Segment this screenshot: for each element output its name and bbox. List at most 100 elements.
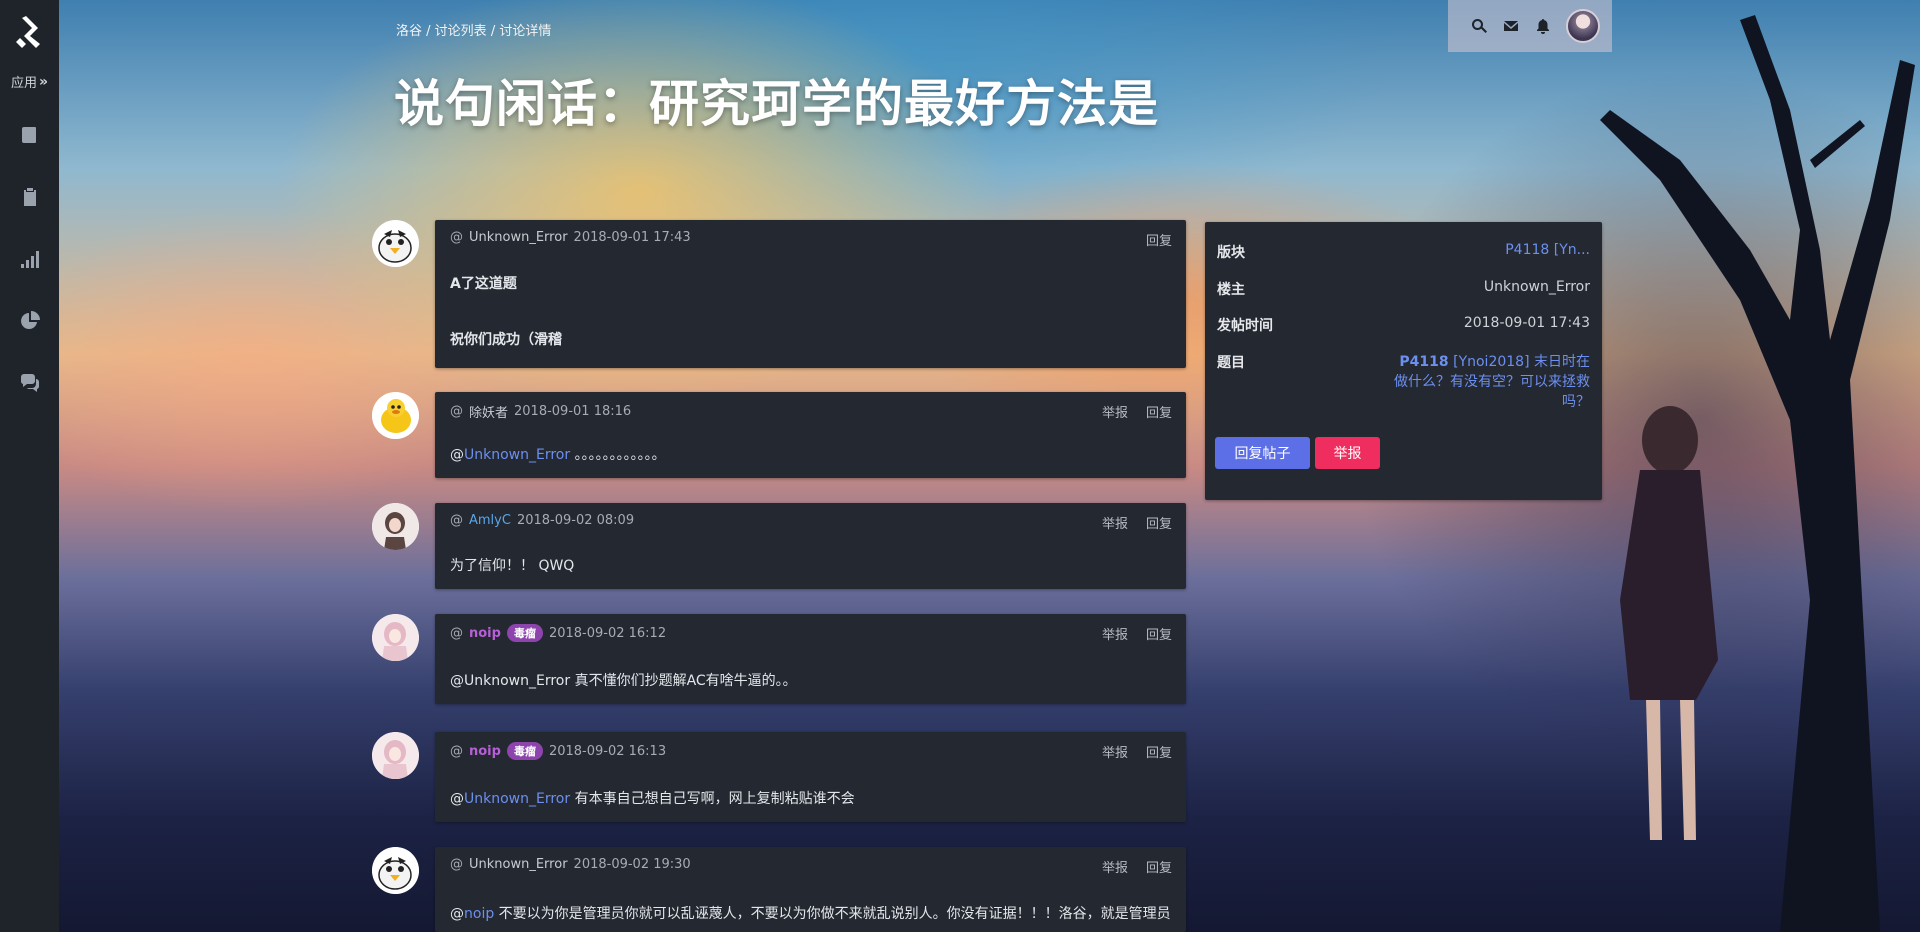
notifications-button[interactable] <box>1534 17 1552 35</box>
book-icon <box>21 127 36 143</box>
search-button[interactable] <box>1470 17 1488 35</box>
post-meta: @ noip 毒瘤 2018-09-02 16:13 <box>450 742 666 760</box>
anime-avatar-icon <box>372 732 419 779</box>
at-sign: @ <box>450 404 463 419</box>
post-actions: 举报 回复 <box>1102 624 1172 643</box>
anime-avatar-icon <box>372 503 419 550</box>
post-body: @Unknown_Error 真不懂你们抄题解AC有啥牛逼的。。 <box>450 673 797 689</box>
breadcrumb-discuss-detail[interactable]: 讨论详情 <box>499 24 551 39</box>
top-toolbar <box>1448 0 1612 52</box>
post-author[interactable]: Unknown_Error <box>469 857 568 872</box>
sidebar-item-stats[interactable] <box>16 303 44 339</box>
pie-chart-icon <box>20 311 40 329</box>
user-badge: 毒瘤 <box>506 742 543 760</box>
logo-icon <box>15 16 40 48</box>
time-label: 发帖时间 <box>1217 318 1273 334</box>
report-link[interactable]: 举报 <box>1102 402 1128 421</box>
user-avatar[interactable] <box>1566 9 1600 43</box>
at-sign: @ <box>450 513 463 528</box>
owner-value[interactable]: Unknown_Error <box>1484 279 1590 299</box>
messages-button[interactable] <box>1502 17 1520 35</box>
post-body: @Unknown_Error 。。。。。。。。。。。。 <box>450 444 666 464</box>
post-body-heading: 祝你们成功（滑稽 <box>450 332 562 348</box>
info-row-time: 发帖时间 2018-09-01 17:43 <box>1217 315 1590 335</box>
avatar[interactable] <box>372 847 419 894</box>
report-link[interactable]: 举报 <box>1102 857 1128 876</box>
post-time: 2018-09-01 18:16 <box>514 404 632 419</box>
at-sign: @ <box>450 625 463 641</box>
post-actions: 举报 回复 <box>1102 513 1172 532</box>
post-card: @ AmlyC 2018-09-02 08:09 举报 回复 为了信仰！！ QW… <box>435 503 1186 589</box>
avatar[interactable] <box>372 220 419 267</box>
post-card: @ 除妖者 2018-09-01 18:16 举报 回复 @Unknown_Er… <box>435 392 1186 478</box>
post-meta: @ Unknown_Error 2018-09-01 17:43 <box>450 230 691 245</box>
avatar[interactable] <box>372 732 419 779</box>
owner-label: 楼主 <box>1217 282 1245 298</box>
sidebar-item-ranking[interactable] <box>16 241 44 277</box>
post-card: @ noip 毒瘤 2018-09-02 16:12 举报 回复 @Unknow… <box>435 614 1186 704</box>
post-time: 2018-09-02 19:30 <box>573 857 691 872</box>
reply-link[interactable]: 回复 <box>1146 742 1172 761</box>
post-author[interactable]: Unknown_Error <box>469 230 568 245</box>
sidebar-item-problems[interactable] <box>16 117 44 153</box>
luogu-logo[interactable] <box>14 14 46 52</box>
report-link[interactable]: 举报 <box>1102 513 1128 532</box>
reply-link[interactable]: 回复 <box>1146 402 1172 421</box>
problem-id: P4118 <box>1399 354 1449 370</box>
report-link[interactable]: 举报 <box>1102 742 1128 761</box>
section-label: 版块 <box>1217 245 1245 261</box>
post-actions: 举报 回复 <box>1102 742 1172 761</box>
breadcrumb-home[interactable]: 洛谷 <box>396 24 422 39</box>
post-author[interactable]: 除妖者 <box>469 402 508 421</box>
apps-menu[interactable]: 应用 » <box>10 72 49 92</box>
page-title: 说句闲话：研究珂学的最好方法是 <box>394 75 1159 133</box>
post-time: 2018-09-02 16:12 <box>548 625 667 641</box>
search-icon <box>1472 19 1487 33</box>
avatar[interactable] <box>372 392 419 439</box>
post-author[interactable]: AmlyC <box>469 513 511 528</box>
post-body: 为了信仰！！ QWQ <box>450 558 575 574</box>
post-actions: 举报 回复 <box>1102 402 1172 421</box>
anime-avatar-icon <box>372 614 419 661</box>
info-row-section: 版块 P4118 [Yn... <box>1217 242 1590 262</box>
post-author[interactable]: noip <box>469 626 501 641</box>
post-meta: @ noip 毒瘤 2018-09-02 16:12 <box>450 624 666 642</box>
reply-post-button[interactable]: 回复帖子 <box>1215 437 1310 469</box>
at-sign: @ <box>450 791 464 807</box>
sidebar-item-records[interactable] <box>16 179 44 215</box>
time-value: 2018-09-01 17:43 <box>1463 315 1590 331</box>
post-time: 2018-09-02 16:13 <box>548 743 667 759</box>
post-card: @ Unknown_Error 2018-09-02 19:30 举报 回复 @… <box>435 847 1186 932</box>
user-badge: 毒瘤 <box>506 624 543 642</box>
problem-label: 题目 <box>1217 355 1245 371</box>
reply-link[interactable]: 回复 <box>1146 857 1172 876</box>
at-sign: @ <box>450 906 464 922</box>
at-sign: @ <box>450 230 463 245</box>
post-actions: 举报 回复 <box>1102 857 1172 876</box>
background-girl <box>1620 406 1718 840</box>
post-author[interactable]: noip <box>469 744 501 759</box>
reply-link[interactable]: 回复 <box>1146 513 1172 532</box>
sidebar-item-discuss[interactable] <box>16 365 44 401</box>
breadcrumb-discuss-list[interactable]: 讨论列表 <box>435 24 487 39</box>
user-mention[interactable]: noip <box>464 906 494 922</box>
breadcrumb-separator: / <box>486 24 500 39</box>
user-mention[interactable]: Unknown_Error <box>464 447 570 463</box>
breadcrumb: 洛谷 / 讨论列表 / 讨论详情 <box>396 20 551 39</box>
report-button[interactable]: 举报 <box>1315 437 1380 469</box>
post-meta: @ Unknown_Error 2018-09-02 19:30 <box>450 857 691 872</box>
reply-link[interactable]: 回复 <box>1146 230 1172 249</box>
post-card: @ Unknown_Error 2018-09-01 17:43 回复 A了这道… <box>435 220 1186 368</box>
at-sign: @ <box>450 743 463 759</box>
apps-label: 应用 <box>10 76 37 91</box>
reply-link[interactable]: 回复 <box>1146 624 1172 643</box>
info-row-problem: 题目 P4118 [Ynoi2018] 末日时在做什么？有没有空？可以来拯救吗？ <box>1217 352 1590 412</box>
problem-link[interactable]: P4118 [Ynoi2018] 末日时在做什么？有没有空？可以来拯救吗？ <box>1390 352 1590 412</box>
user-mention[interactable]: Unknown_Error <box>464 791 570 807</box>
avatar[interactable] <box>372 614 419 661</box>
avatar[interactable] <box>372 503 419 550</box>
report-link[interactable]: 举报 <box>1102 624 1128 643</box>
chevron-right-icon: » <box>38 73 49 90</box>
section-link[interactable]: P4118 [Yn... <box>1505 242 1590 262</box>
bird-avatar-icon <box>372 847 419 894</box>
